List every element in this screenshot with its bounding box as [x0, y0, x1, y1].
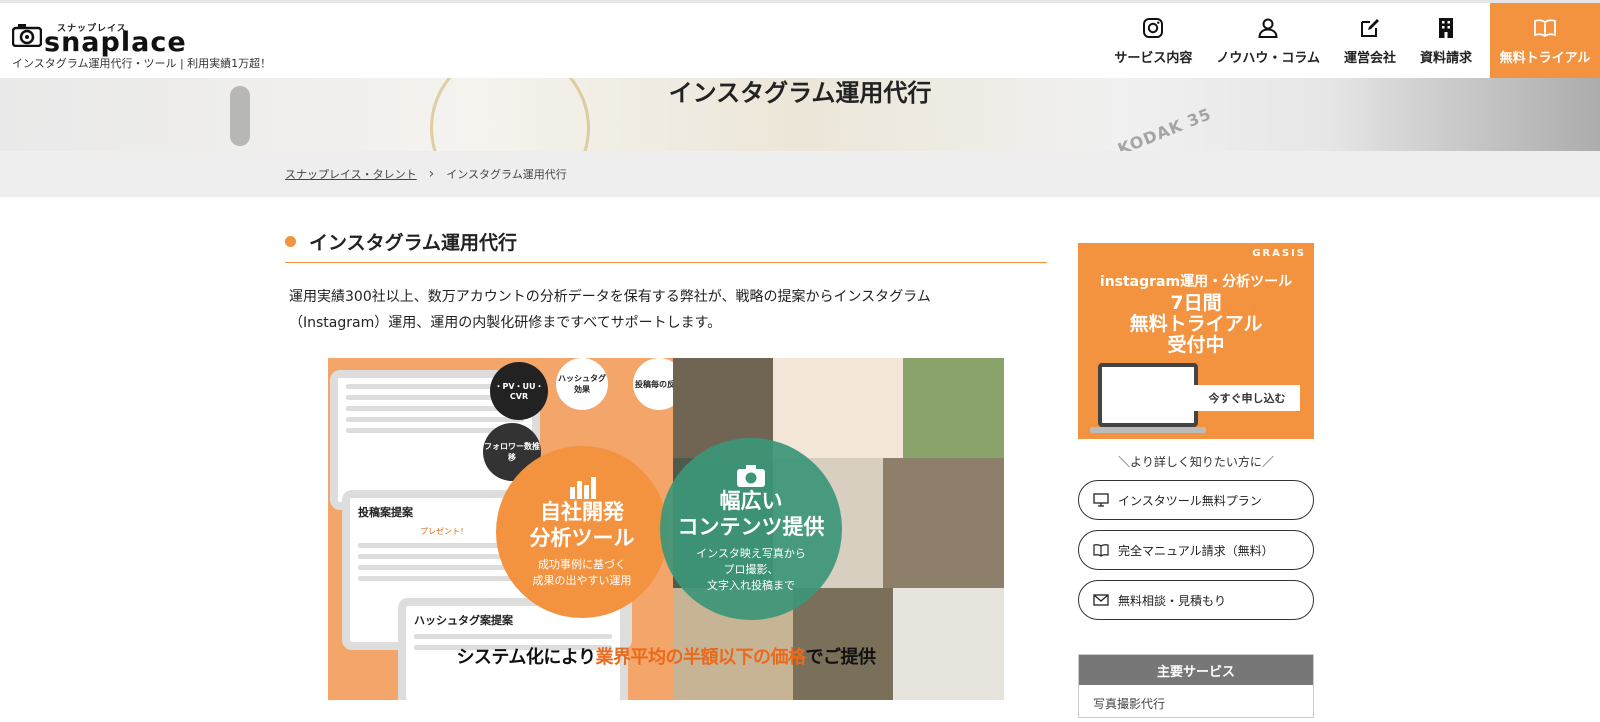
tagline: インスタグラム運用代行・ツール | 利用実績1万超！: [12, 57, 272, 70]
hashtag-bubble: ハッシュタグ効果: [556, 358, 608, 410]
main-nav: サービス内容 ノウハウ・コラム 運営会社 資料請求 無料トライアル: [1102, 3, 1600, 78]
page-title: インスタグラム運用代行: [668, 79, 932, 107]
manual-request-label: 完全マニュアル請求（無料）: [1118, 543, 1274, 558]
chevron-right-icon: ›: [428, 166, 435, 182]
section-heading: インスタグラム運用代行: [285, 225, 1047, 263]
site-logo[interactable]: スナップレイス snaplace インスタグラム運用代行・ツール | 利用実績1…: [12, 13, 271, 70]
camera-icon: [12, 24, 42, 47]
camera-icon: [737, 465, 765, 487]
analysis-tool-sub: 成功事例に基づく 成果の出やすい運用: [532, 558, 632, 587]
breadcrumb: スナップレイス・タレント › インスタグラム運用代行: [0, 151, 1600, 197]
intro-text: 運用実績300社以上、数万アカウントの分析データを保有する弊社が、戦略の提案から…: [285, 284, 1047, 336]
monitor-icon: [1093, 493, 1109, 507]
manual-request-button[interactable]: 完全マニュアル請求（無料）: [1078, 530, 1314, 570]
logo-wordmark: snaplace: [44, 27, 187, 58]
hero-banner: KODAK 35 インスタグラム運用代行: [0, 78, 1600, 151]
laptop-illustration: [1098, 363, 1198, 427]
content-title: 幅広い コンテンツ提供: [677, 489, 825, 539]
sidebar-sub-heading: ＼より詳しく知りたい方に／: [1118, 455, 1274, 469]
mail-icon: [1093, 594, 1109, 606]
user-icon: [1258, 18, 1278, 38]
nav-documents[interactable]: 資料請求: [1408, 3, 1484, 78]
nav-knowhow-label: ノウハウ・コラム: [1216, 50, 1320, 66]
main-content: インスタグラム運用代行 運用実績300社以上、数万アカウントの分析データを保有す…: [285, 225, 1047, 336]
book-icon: [1534, 18, 1556, 37]
nav-company-label: 運営会社: [1343, 50, 1396, 66]
grasis-ad-banner[interactable]: GRASIS instagram運用・分析ツール 7日間 無料トライアル 受付中…: [1078, 243, 1314, 439]
heading-bullet-icon: [285, 236, 296, 247]
main-services-box: 主要サービス 写真撮影代行: [1078, 654, 1314, 718]
nav-company[interactable]: 運営会社: [1332, 3, 1408, 78]
nav-documents-label: 資料請求: [1419, 50, 1472, 66]
hero-deco-text: KODAK 35: [1115, 104, 1215, 151]
service-banner-image: ・PV・UU・CVR ハッシュタグ効果 投稿毎の反応 フォロワー数推移 投稿案提…: [328, 358, 1004, 700]
free-plan-button[interactable]: インスタツール無料プラン: [1078, 480, 1314, 520]
ad-line1: instagram運用・分析ツール: [1099, 274, 1293, 290]
content-sub: インスタ映え写真から プロ撮影、 文字入れ投稿まで: [696, 547, 806, 592]
section-heading-text: インスタグラム運用代行: [309, 232, 518, 254]
bar-chart-icon: [570, 477, 596, 499]
intro-line-1: 運用実績300社以上、数万アカウントの分析データを保有する弊社が、戦略の提案から…: [289, 289, 931, 305]
edit-icon: [1360, 18, 1379, 37]
banner-caption: システム化により業界平均の半額以下の価格でご提供: [456, 647, 876, 668]
site-header: スナップレイス snaplace インスタグラム運用代行・ツール | 利用実績1…: [0, 3, 1600, 78]
sidebar: GRASIS instagram運用・分析ツール 7日間 無料トライアル 受付中…: [1078, 243, 1314, 718]
nav-free-trial-label: 無料トライアル: [1499, 50, 1591, 66]
ad-line2: 7日間 無料トライアル 受付中: [1129, 292, 1263, 356]
ad-cta-button[interactable]: 今すぐ申し込む: [1194, 385, 1300, 411]
nav-knowhow[interactable]: ノウハウ・コラム: [1204, 3, 1332, 78]
analysis-tool-title: 自社開発 分析ツール: [529, 500, 635, 550]
content-circle: 幅広い コンテンツ提供 インスタ映え写真から プロ撮影、 文字入れ投稿まで: [660, 438, 842, 620]
breadcrumb-home-link[interactable]: スナップレイス・タレント: [285, 166, 417, 182]
building-icon: [1438, 17, 1453, 38]
consult-label: 無料相談・見積もり: [1118, 593, 1227, 608]
nav-services-label: サービス内容: [1114, 50, 1193, 66]
main-services-heading: 主要サービス: [1079, 655, 1313, 685]
pv-bubble: ・PV・UU・CVR: [490, 362, 548, 420]
nav-services[interactable]: サービス内容: [1102, 3, 1204, 78]
ad-brand: GRASIS: [1252, 248, 1306, 259]
free-plan-label: インスタツール無料プラン: [1118, 493, 1262, 508]
instagram-icon: [1143, 17, 1164, 38]
intro-line-2: （Instagram）運用、運用の内製化研修まですべてサポートします。: [289, 315, 722, 331]
breadcrumb-current: インスタグラム運用代行: [446, 168, 567, 181]
analysis-tool-circle: 自社開発 分析ツール 成功事例に基づく 成果の出やすい運用: [496, 446, 668, 618]
book-icon: [1093, 544, 1109, 557]
consult-button[interactable]: 無料相談・見積もり: [1078, 580, 1314, 620]
service-item-photo[interactable]: 写真撮影代行: [1079, 685, 1313, 722]
laptop-base: [1090, 427, 1206, 433]
nav-free-trial[interactable]: 無料トライアル: [1490, 3, 1600, 78]
